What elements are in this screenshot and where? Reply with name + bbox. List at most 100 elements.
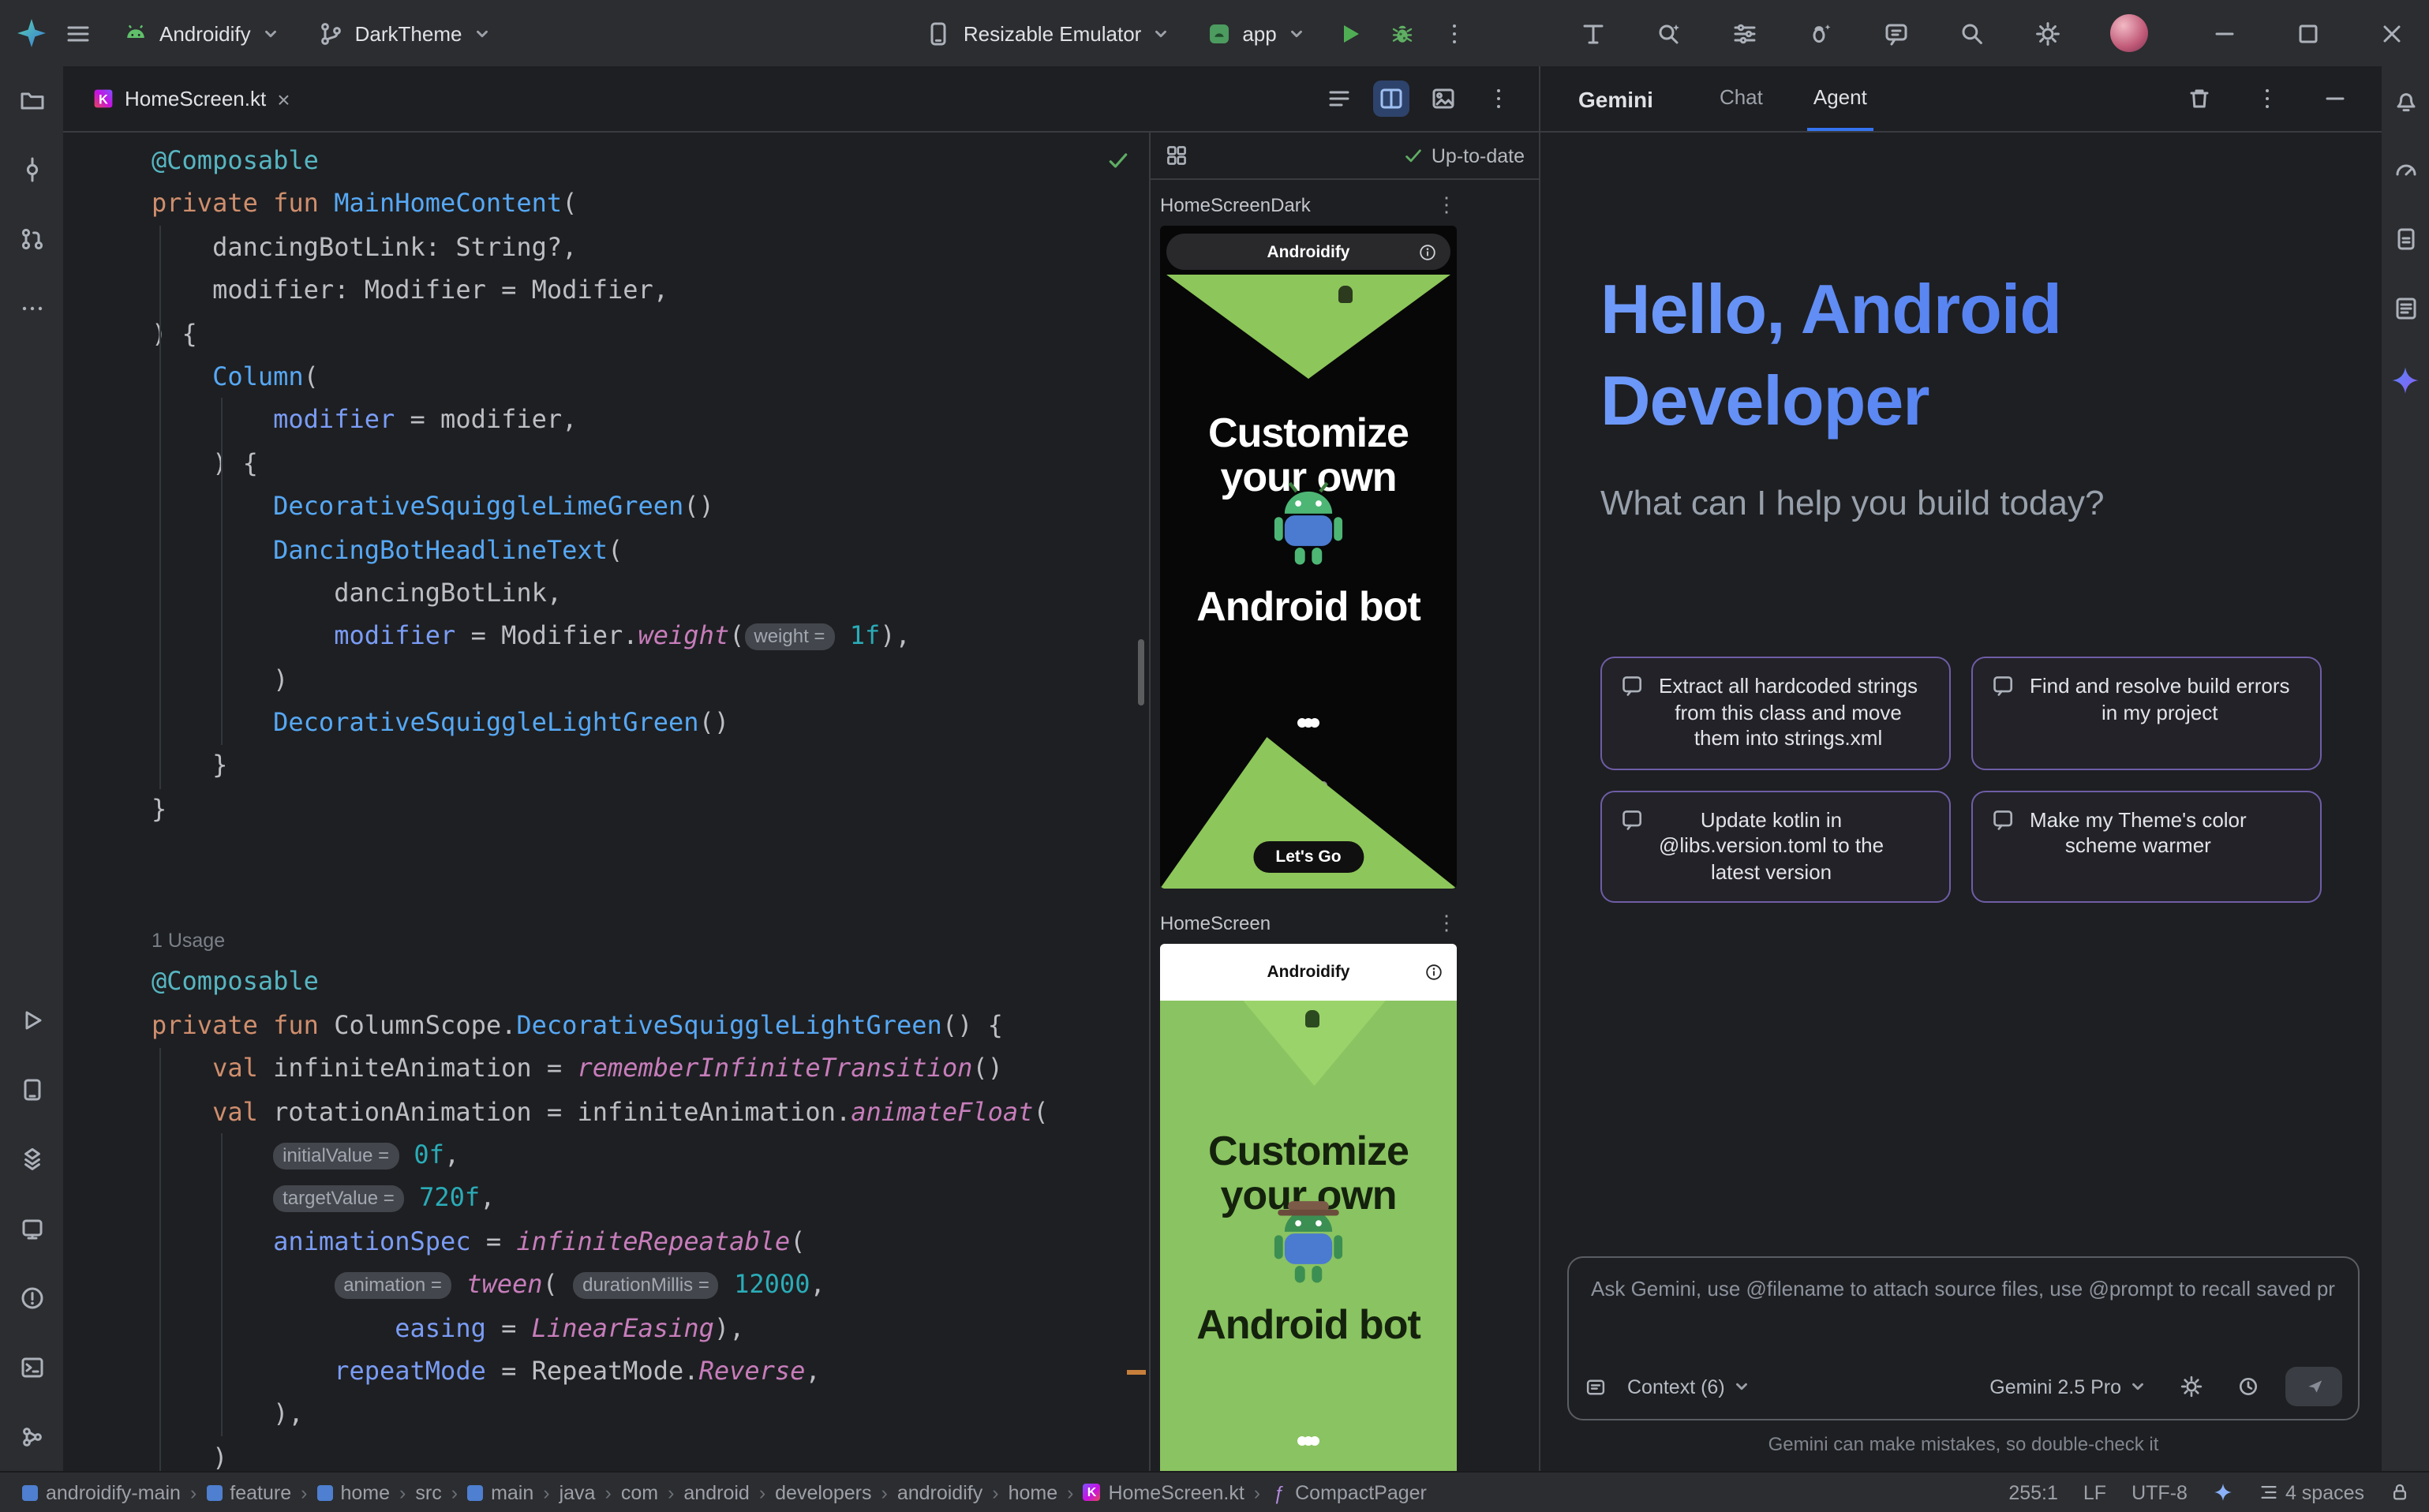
code-line[interactable]: val rotationAnimation = infiniteAnimatio… bbox=[152, 1090, 1149, 1133]
code-line[interactable]: repeatMode = RepeatMode.Reverse, bbox=[152, 1349, 1149, 1393]
filter-sliders-button[interactable] bbox=[1724, 12, 1766, 54]
phone-preview-light[interactable]: Androidify Customize your own bbox=[1160, 944, 1457, 1471]
version-control-button[interactable] bbox=[15, 1420, 48, 1454]
code-view-button[interactable] bbox=[1321, 80, 1357, 117]
profile-avatar[interactable] bbox=[2102, 6, 2156, 60]
clear-chat-button[interactable] bbox=[2178, 77, 2221, 120]
ai-completion-status[interactable] bbox=[2213, 1482, 2233, 1503]
code-line[interactable]: animation = tween( durationMillis = 1200… bbox=[152, 1263, 1149, 1306]
code-line[interactable]: modifier = Modifier.weight(weight = 1f), bbox=[152, 615, 1149, 658]
preview-more-icon[interactable]: ⋮ bbox=[1436, 193, 1457, 218]
profiler-button[interactable] bbox=[2389, 153, 2422, 186]
code-line[interactable]: @Composable bbox=[152, 960, 1149, 1004]
code-line[interactable]: easing = LinearEasing), bbox=[152, 1306, 1149, 1349]
chat-sync-button[interactable] bbox=[1875, 12, 1918, 54]
history-button[interactable] bbox=[2229, 1367, 2268, 1406]
line-separator[interactable]: LF bbox=[2083, 1481, 2106, 1503]
emulator-button[interactable] bbox=[15, 1212, 48, 1245]
file-encoding[interactable]: UTF-8 bbox=[2131, 1481, 2188, 1503]
branch-selector[interactable]: DarkTheme bbox=[303, 12, 505, 54]
letter-t-tool-button[interactable] bbox=[1572, 12, 1615, 54]
code-line[interactable] bbox=[152, 874, 1149, 917]
preview-layout-icon[interactable] bbox=[1165, 144, 1188, 167]
breadcrumb-item[interactable]: developers bbox=[775, 1481, 871, 1503]
code-line[interactable]: ) { bbox=[152, 441, 1149, 485]
code-line[interactable]: animationSpec = infiniteRepeatable( bbox=[152, 1220, 1149, 1263]
code-line[interactable]: DecorativeSquiggleLightGreen() bbox=[152, 701, 1149, 744]
code-line[interactable]: ) { bbox=[152, 312, 1149, 355]
minimize-button[interactable] bbox=[2203, 12, 2246, 54]
more-actions-button[interactable] bbox=[1433, 12, 1476, 54]
code-line[interactable]: private fun MainHomeContent( bbox=[152, 182, 1149, 226]
project-tool-button[interactable] bbox=[15, 84, 48, 117]
settings-button[interactable] bbox=[2027, 12, 2069, 54]
pull-requests-tool-button[interactable] bbox=[15, 223, 48, 256]
project-selector[interactable]: Androidify bbox=[109, 13, 294, 54]
code-line[interactable]: } bbox=[152, 788, 1149, 831]
run-configuration-selector[interactable]: app bbox=[1193, 13, 1319, 53]
preview-scroll-area[interactable]: HomeScreenDark ⋮ Androidify Custo bbox=[1151, 180, 1539, 1471]
model-selector[interactable]: Gemini 2.5 Pro bbox=[1982, 1368, 2154, 1405]
code-line[interactable]: modifier = modifier, bbox=[152, 399, 1149, 442]
readonly-toggle[interactable] bbox=[2390, 1482, 2410, 1503]
editor-options-button[interactable] bbox=[1477, 77, 1520, 120]
breadcrumb-item[interactable]: src bbox=[415, 1481, 441, 1503]
code-line[interactable]: dancingBotLink, bbox=[152, 571, 1149, 615]
tab-close-icon[interactable]: × bbox=[277, 88, 290, 110]
send-button[interactable] bbox=[2285, 1367, 2342, 1406]
run-tool-button[interactable] bbox=[15, 1004, 48, 1037]
prompt-box[interactable]: Context (6) Gemini 2.5 Pro bbox=[1567, 1256, 2360, 1420]
close-button[interactable] bbox=[2371, 12, 2413, 54]
code-editor[interactable]: @Composableprivate fun MainHomeContent( … bbox=[63, 133, 1151, 1471]
code-line[interactable]: ) bbox=[152, 657, 1149, 701]
logcat-button[interactable] bbox=[2389, 292, 2422, 325]
phone-preview-dark[interactable]: Androidify Customize your own bbox=[1160, 226, 1457, 889]
run-button[interactable] bbox=[1329, 12, 1372, 54]
gemini-tool-button[interactable] bbox=[2386, 361, 2424, 399]
tab-chat[interactable]: Chat bbox=[1713, 66, 1769, 131]
code-line[interactable] bbox=[152, 831, 1149, 874]
code-line[interactable]: ), bbox=[152, 1393, 1149, 1436]
commit-tool-button[interactable] bbox=[15, 153, 48, 186]
problems-button[interactable] bbox=[15, 1282, 48, 1315]
hide-panel-button[interactable] bbox=[2314, 77, 2356, 120]
gemini-options-button[interactable] bbox=[2246, 77, 2289, 120]
notifications-button[interactable] bbox=[2389, 84, 2422, 117]
suggestion-card[interactable]: Extract all hardcoded strings from this … bbox=[1600, 657, 1951, 769]
code-line[interactable]: private fun ColumnScope.DecorativeSquigg… bbox=[152, 1004, 1149, 1047]
ai-bug-insights-button[interactable] bbox=[1799, 12, 1842, 54]
design-view-button[interactable] bbox=[1425, 80, 1462, 117]
split-view-button[interactable] bbox=[1373, 80, 1409, 117]
tab-agent[interactable]: Agent bbox=[1807, 66, 1873, 131]
terminal-button[interactable] bbox=[15, 1351, 48, 1384]
context-selector[interactable]: Context (6) bbox=[1619, 1368, 1758, 1405]
prompt-settings-button[interactable] bbox=[2172, 1367, 2211, 1406]
breadcrumb-item[interactable]: home bbox=[1009, 1481, 1058, 1503]
code-line[interactable]: @Composable bbox=[152, 139, 1149, 182]
breadcrumb-item[interactable]: ƒCompactPager bbox=[1270, 1481, 1427, 1503]
breadcrumb-item[interactable]: androidify bbox=[897, 1481, 982, 1503]
main-menu-button[interactable] bbox=[57, 12, 99, 54]
code-line[interactable]: val infiniteAnimation = rememberInfinite… bbox=[152, 1046, 1149, 1090]
code-line[interactable]: dancingBotLink: String?, bbox=[152, 226, 1149, 269]
code-line[interactable]: DecorativeSquiggleLimeGreen() bbox=[152, 485, 1149, 528]
caret-position[interactable]: 255:1 bbox=[2008, 1481, 2058, 1503]
device-selector[interactable]: Resizable Emulator bbox=[911, 12, 1184, 54]
warning-stripe-mark[interactable] bbox=[1127, 1370, 1146, 1375]
code-line[interactable]: initialValue = 0f, bbox=[152, 1133, 1149, 1177]
gemini-input[interactable] bbox=[1569, 1258, 2358, 1301]
scrollbar-thumb[interactable] bbox=[1138, 639, 1144, 705]
suggestion-card[interactable]: Find and resolve build errors in my proj… bbox=[1971, 657, 2322, 769]
breadcrumb-item[interactable]: home bbox=[316, 1481, 390, 1503]
code-line[interactable]: Column( bbox=[152, 355, 1149, 399]
breadcrumb-item[interactable]: androidify-main bbox=[22, 1481, 181, 1503]
more-tool-windows-button[interactable] bbox=[15, 292, 48, 325]
device-manager-button[interactable] bbox=[15, 1073, 48, 1106]
suggestion-card[interactable]: Make my Theme's color scheme warmer bbox=[1971, 790, 2322, 903]
code-line[interactable]: modifier: Modifier = Modifier, bbox=[152, 268, 1149, 312]
breadcrumb-item[interactable]: KHomeScreen.kt bbox=[1083, 1481, 1244, 1503]
breadcrumb-item[interactable]: android bbox=[683, 1481, 749, 1503]
preview-more-icon[interactable]: ⋮ bbox=[1436, 911, 1457, 936]
breadcrumb-item[interactable]: main bbox=[467, 1481, 533, 1503]
inspections-ok-icon[interactable] bbox=[1106, 148, 1130, 172]
